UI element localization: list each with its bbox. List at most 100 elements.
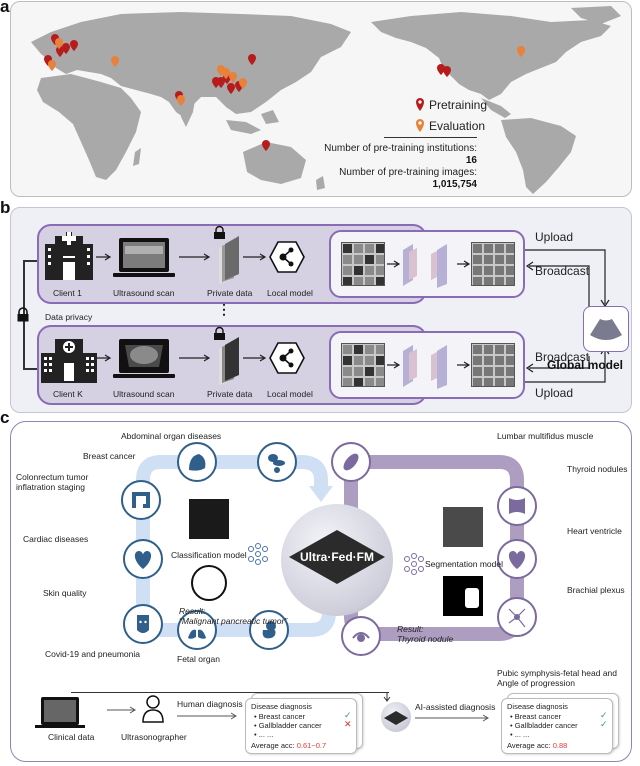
segmentation-mask-image [443,576,483,616]
client-k-label: Client K [53,389,83,399]
arrow-icon [243,253,267,261]
image-patch [364,344,375,355]
encoder-decoder-icon [403,345,447,389]
legend-evaluation: Evaluation [429,119,486,133]
human-diagnosis-card: Disease diagnosis • Breast cancer • Gall… [245,698,357,754]
image-patch [364,276,375,285]
segmentation-result-label: Result: [397,624,424,634]
client-1-mae-box [329,230,525,298]
image-patch [472,344,483,355]
heart-ventricle-icon [497,539,537,579]
label-cardiac: Cardiac diseases [23,534,89,544]
label-covid: Covid-19 and pneumonia [45,649,140,659]
image-patch [483,377,494,386]
image-patch [375,243,384,254]
image-patch [353,377,364,386]
evaluation-pin-icon [416,119,424,132]
image-patch [483,254,494,265]
colon-icon [121,480,161,520]
classification-result-label: Result: [179,606,206,616]
image-patch [505,366,514,377]
arrow-down-icon [383,692,391,702]
image-patch [472,366,483,377]
label-abdominal-organ: Abdominal organ diseases [121,431,222,441]
image-patch [375,366,384,377]
arrow-icon [96,354,112,362]
thyroid-icon [497,486,537,526]
image-patch [472,265,483,276]
upload-label-top: Upload [535,230,574,244]
nerve-icon [497,597,537,637]
segmentation-result-value: Thyroid nodule [397,634,454,644]
arrow-icon [177,712,237,720]
upload-label-bottom: Upload [535,386,574,400]
ultrasound-fan-icon [590,319,622,340]
label-breast-cancer: Breast cancer [83,451,136,461]
image-patch [472,254,483,265]
clipboard-result-icon [191,565,227,601]
clinical-laptop-icon [41,697,79,725]
label-skin-quality: Skin quality [43,588,87,598]
image-patch [353,243,364,254]
image-patch [505,377,514,386]
image-patch [375,254,384,265]
laptop-ultrasound-icon [113,238,175,277]
neural-network-icon [404,553,424,575]
image-patch [375,344,384,355]
classification-input-image [189,499,229,539]
abdominal-organ-icon [257,442,297,482]
image-patch [342,355,353,366]
image-patch [505,243,514,254]
image-patch [353,265,364,276]
image-patch [353,355,364,366]
image-patch [494,254,505,265]
privacy-connector-bottom [23,368,37,370]
image-patch [364,265,375,276]
segmentation-input-image [443,507,483,547]
image-patch [483,276,494,285]
ultrasonographer-label: Ultrasonographer [121,732,187,742]
arrow-icon [107,706,136,714]
applications-panel: Abdominal organ diseases Breast cancer C… [10,421,632,762]
data-privacy-label: Data privacy [45,312,93,322]
ultra-fed-fm-globe: Ultra·Fed·FM [281,504,393,616]
hospital-icon [41,339,97,383]
reconstructed-image [471,242,515,286]
broadcast-label-top: Broadcast [535,264,590,278]
card-accuracy: Average acc: 0.88 [507,741,568,750]
heart-icon [123,539,163,579]
local-model-label: Local model [267,389,313,399]
image-patch [505,254,514,265]
human-diagnosis-label: Human diagnosis [177,699,243,709]
image-patch [505,344,514,355]
label-fetal-organ: Fetal organ [177,654,220,664]
ultrasound-scan-label: Ultrasound scan [113,389,175,399]
institutions-value: 16 [465,155,477,166]
ellipsis: ⋮ [217,301,231,317]
face-mask-icon [123,604,163,644]
image-patch [364,254,375,265]
image-patch [472,355,483,366]
arrow-icon [457,260,471,268]
card-item: • ... ... [254,730,274,739]
private-data-label: Private data [207,389,253,399]
doctor-icon [142,695,164,723]
image-patch [375,276,384,285]
muscle-icon [331,442,371,482]
card-item: • ... ... [510,730,530,739]
image-patch [375,377,384,386]
arrow-icon [179,354,211,362]
arrow-icon [387,260,401,268]
image-patch [483,344,494,355]
image-patch [364,355,375,366]
masked-input-image [341,343,385,387]
label-lumbar-multifidus: Lumbar multifidus muscle [497,431,594,441]
clinical-data-label: Clinical data [48,732,95,742]
global-model-label: Global model [547,358,624,372]
label-angle-progression: Angle of progression [497,678,575,688]
breast-cancer-icon [177,442,217,482]
local-model-icon [269,342,305,374]
arrow-icon [96,253,112,261]
image-patch [472,377,483,386]
image-patch [342,366,353,377]
